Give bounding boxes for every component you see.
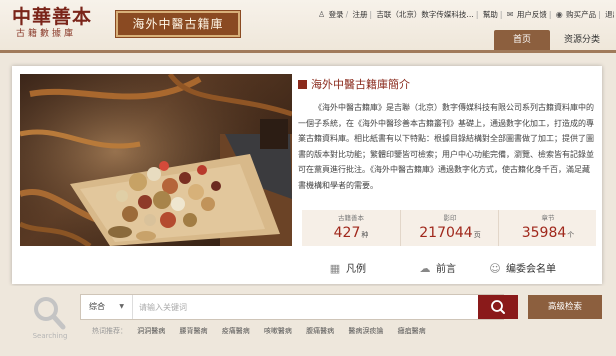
users-icon: ☺ <box>489 262 501 275</box>
nav-tab-home[interactable]: 首页 <box>494 30 550 50</box>
search-icon <box>491 300 505 314</box>
link-preface[interactable]: ☁ 前言 <box>418 258 457 280</box>
stats-panel: 古籍善本 427种 影印 217044页 章节 35984个 <box>302 210 596 246</box>
magnifier-icon <box>34 297 66 330</box>
hot-keyword[interactable]: 癰疽醫病 <box>398 327 426 335</box>
intro-title-text: 海外中醫古籍庫簡介 <box>311 78 410 91</box>
advanced-search-button[interactable]: 高级检索 <box>528 295 602 319</box>
intro-description: 《海外中醫古籍庫》是吉聯（北京）數字傳媒科技有限公司系列古籍資料庫中的一個子系統… <box>298 103 594 190</box>
search-scope-select[interactable]: 综合 ▼ <box>81 295 133 319</box>
nav-divider <box>0 50 616 53</box>
stat-value: 35984个 <box>521 225 575 241</box>
intro-links: ▦ 凡例 ☁ 前言 ☺ 编委会名单 <box>12 254 602 284</box>
hot-keyword[interactable]: 醫病淚痰論 <box>348 327 383 335</box>
stat-chapters: 章节 35984个 <box>498 210 596 246</box>
title-marker-icon <box>298 80 307 89</box>
stat-label: 影印 <box>443 214 457 222</box>
search-area: Searching 综合 ▼ 高级检索 热词推荐： 洞洞醫病 腰背醫病 疫痛醫病… <box>0 286 616 356</box>
search-input[interactable] <box>133 295 475 319</box>
link-guide[interactable]: ▦ 凡例 <box>328 258 366 280</box>
top-utility-bar: ♙ 登录 / 注册 | 吉联（北京）数字传媒科技… | 幫助 | ✉ 用户反馈 | ◉ 购… <box>318 8 614 22</box>
grid-icon: ▦ <box>329 262 341 275</box>
hot-keyword[interactable]: 腹痛醫病 <box>306 327 334 335</box>
cart-icon: ◉ <box>555 10 563 19</box>
logo-subtitle: 古籍數據庫 <box>16 29 77 39</box>
stat-value: 427种 <box>333 225 369 241</box>
hot-keyword[interactable]: 腰背醫病 <box>179 327 207 335</box>
logout-link[interactable]: 退出 <box>605 8 614 22</box>
logo-title: 中華善本 <box>12 6 93 28</box>
hot-keywords: 热词推荐： 洞洞醫病 腰背醫病 疫痛醫病 咳嗽醫病 腹痛醫病 醫病淚痰論 癰疽醫… <box>92 324 512 338</box>
hot-keywords-label: 热词推荐： <box>92 327 127 335</box>
buy-link[interactable]: 购买产品 <box>566 8 596 22</box>
organization-link[interactable]: 吉联（北京）数字传媒科技… <box>376 8 474 22</box>
search-button[interactable] <box>478 295 518 319</box>
herbal-medicine-photo <box>20 74 292 246</box>
stat-label: 古籍善本 <box>338 214 364 222</box>
chat-icon: ☁ <box>419 262 431 275</box>
user-icon: ♙ <box>318 10 326 19</box>
hot-keyword[interactable]: 疫痛醫病 <box>222 327 250 335</box>
stat-books: 古籍善本 427种 <box>302 210 400 246</box>
feedback-link[interactable]: 用户反馈 <box>517 8 547 22</box>
intro-card: 海外中醫古籍庫簡介 《海外中醫古籍庫》是吉聯（北京）數字傳媒科技有限公司系列古籍… <box>12 66 602 284</box>
link-editorial-board[interactable]: ☺ 编委会名单 <box>488 258 556 280</box>
feedback-icon: ✉ <box>506 10 514 19</box>
search-box: 综合 ▼ <box>80 294 504 320</box>
database-name-badge[interactable]: 海外中醫古籍庫 <box>115 10 241 38</box>
help-link[interactable]: 幫助 <box>483 8 498 22</box>
search-logo-text: Searching <box>32 332 68 340</box>
hot-keyword[interactable]: 洞洞醫病 <box>137 327 165 335</box>
nav-tab-categories[interactable]: 资源分类 <box>554 30 610 50</box>
login-link[interactable]: 登录 <box>329 8 344 22</box>
stat-value: 217044页 <box>419 225 481 241</box>
register-link[interactable]: 注册 <box>352 8 367 22</box>
chevron-down-icon: ▼ <box>119 303 124 310</box>
site-logo[interactable]: 中華善本 古籍數據庫 <box>12 6 110 42</box>
stat-label: 章节 <box>541 214 555 222</box>
intro-title: 海外中醫古籍庫簡介 <box>298 76 594 94</box>
search-logo: Searching <box>30 294 70 342</box>
hot-keyword[interactable]: 咳嗽醫病 <box>264 327 292 335</box>
stat-pages: 影印 217044页 <box>400 210 498 246</box>
site-header: 中華善本 古籍數據庫 海外中醫古籍庫 ♙ 登录 / 注册 | 吉联（北京）数字传媒科… <box>0 0 616 50</box>
